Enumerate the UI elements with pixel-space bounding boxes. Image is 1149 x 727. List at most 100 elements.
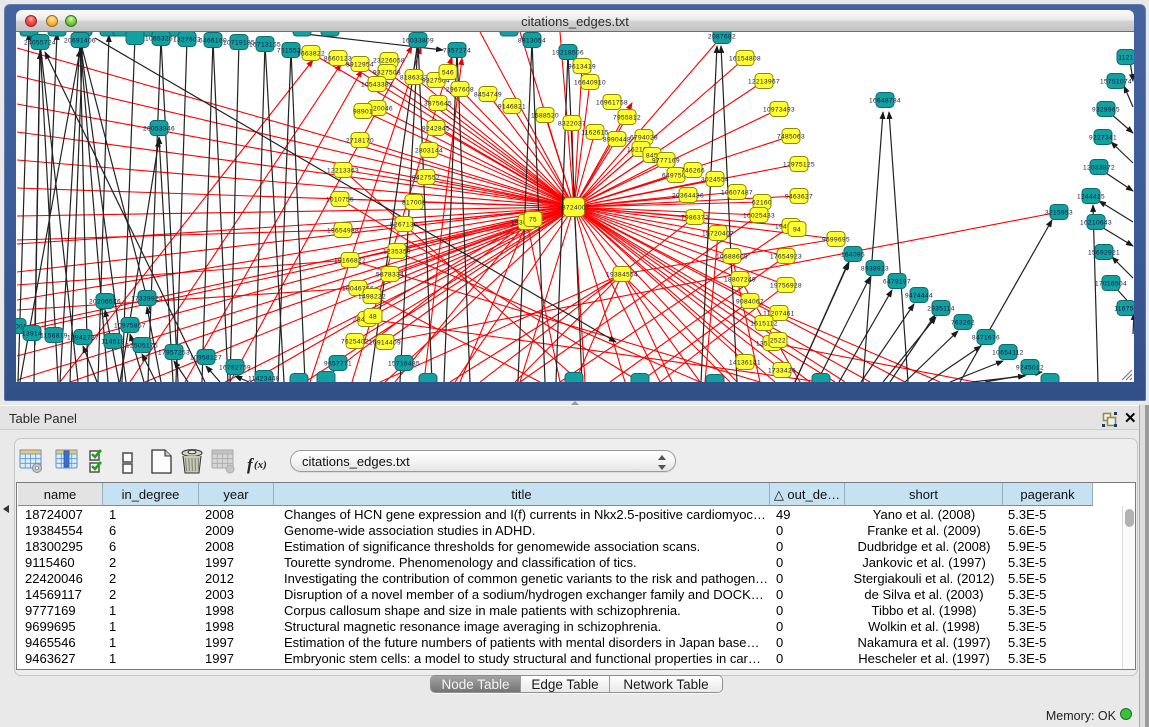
svg-text:9329965: 9329965 xyxy=(1092,106,1120,113)
svg-text:2087682: 2087682 xyxy=(708,33,736,40)
svg-text:20206576: 20206576 xyxy=(89,298,121,305)
svg-text:19654988: 19654988 xyxy=(327,227,359,234)
svg-text:10025433: 10025433 xyxy=(743,212,775,219)
svg-text:12213967: 12213967 xyxy=(748,78,780,85)
svg-text:15716485: 15716485 xyxy=(388,360,420,367)
svg-text:8813054: 8813054 xyxy=(518,37,546,44)
svg-text:16914409: 16914409 xyxy=(369,339,401,346)
svg-text:16154808: 16154808 xyxy=(729,55,761,62)
svg-text:7663822: 7663822 xyxy=(297,50,325,57)
svg-text:1588520: 1588520 xyxy=(531,112,559,119)
svg-text:17957253: 17957253 xyxy=(158,349,190,356)
svg-text:164095: 164095 xyxy=(841,251,865,258)
svg-text:9242845: 9242845 xyxy=(422,125,450,132)
svg-text:8990448: 8990448 xyxy=(603,136,631,143)
svg-text:23226058: 23226058 xyxy=(373,57,405,64)
svg-text:18807249: 18807249 xyxy=(724,276,756,283)
svg-text:6794028: 6794028 xyxy=(630,134,658,141)
svg-text:13914: 13914 xyxy=(22,330,42,337)
svg-text:8427552: 8427552 xyxy=(412,174,440,181)
svg-text:8912954: 8912954 xyxy=(346,61,374,68)
svg-text:98901: 98901 xyxy=(353,108,373,115)
svg-text:1498222: 1498222 xyxy=(358,293,386,300)
svg-text:94: 94 xyxy=(793,226,801,233)
svg-text:5878334: 5878334 xyxy=(376,271,404,278)
svg-text:14136141: 14136141 xyxy=(729,359,761,366)
svg-text:16210643: 16210643 xyxy=(1080,219,1112,226)
svg-text:8322037: 8322037 xyxy=(558,120,586,127)
svg-text:48: 48 xyxy=(369,313,377,320)
svg-text:1121: 1121 xyxy=(1118,54,1134,61)
svg-text:7357274: 7357274 xyxy=(443,47,471,54)
svg-text:(x): (x) xyxy=(254,459,267,471)
svg-text:3215953: 3215953 xyxy=(1045,209,1073,216)
svg-text:75: 75 xyxy=(529,216,537,223)
svg-text:546: 546 xyxy=(442,69,454,76)
svg-text:10958127: 10958127 xyxy=(190,354,222,361)
svg-text:2967608: 2967608 xyxy=(446,86,474,93)
svg-text:62160: 62160 xyxy=(752,199,772,206)
svg-text:18724007: 18724007 xyxy=(558,204,590,211)
svg-text:16648784: 16648784 xyxy=(869,97,901,104)
svg-text:1010755: 1010755 xyxy=(326,196,354,203)
svg-text:12213363: 12213363 xyxy=(327,167,359,174)
svg-text:12505175: 12505175 xyxy=(126,342,158,349)
svg-text:3024554: 3024554 xyxy=(701,176,729,183)
svg-text:24055724: 24055724 xyxy=(24,39,56,46)
svg-text:16961758: 16961758 xyxy=(596,99,628,106)
svg-text:20364436: 20364436 xyxy=(672,192,704,199)
svg-text:114519: 114519 xyxy=(101,338,125,345)
svg-text:6479197: 6479197 xyxy=(883,278,911,285)
svg-text:19756928: 19756928 xyxy=(770,282,802,289)
svg-text:9777169: 9777169 xyxy=(652,157,680,164)
svg-text:10688609: 10688609 xyxy=(716,253,748,260)
svg-text:763262: 763262 xyxy=(951,319,975,326)
svg-text:10973493: 10973493 xyxy=(763,106,795,113)
svg-text:10607487: 10607487 xyxy=(721,189,753,196)
svg-text:9245012: 9245012 xyxy=(1016,364,1044,371)
svg-text:1327602: 1327602 xyxy=(173,36,201,43)
svg-text:17339924: 17339924 xyxy=(131,295,163,302)
svg-text:16033809: 16033809 xyxy=(402,37,434,44)
svg-text:10975857: 10975857 xyxy=(114,322,146,329)
svg-text:746266: 746266 xyxy=(681,167,705,174)
svg-text:9699695: 9699695 xyxy=(822,236,850,243)
svg-text:17654923: 17654923 xyxy=(770,253,802,260)
svg-text:7986372: 7986372 xyxy=(681,214,709,221)
svg-text:9657771: 9657771 xyxy=(324,360,352,367)
svg-text:19218506: 19218506 xyxy=(552,49,584,56)
svg-text:20691406: 20691406 xyxy=(64,37,96,44)
svg-text:19384554: 19384554 xyxy=(606,271,638,278)
svg-text:9463627: 9463627 xyxy=(785,193,813,200)
svg-text:2522: 2522 xyxy=(770,337,786,344)
svg-text:8454749: 8454749 xyxy=(474,91,502,98)
svg-text:9613419: 9613419 xyxy=(568,63,596,70)
svg-text:8471676: 8471676 xyxy=(972,334,1000,341)
svg-text:2718170: 2718170 xyxy=(346,137,374,144)
svg-text:8267130: 8267130 xyxy=(390,221,418,228)
svg-text:1162615: 1162615 xyxy=(581,129,609,136)
svg-text:817006: 817006 xyxy=(402,199,426,206)
svg-text:9474444: 9474444 xyxy=(905,292,933,299)
svg-text:8938923: 8938923 xyxy=(861,265,889,272)
svg-text:17016504: 17016504 xyxy=(1095,280,1127,287)
svg-text:1733426: 1733426 xyxy=(768,367,796,374)
svg-text:16640910: 16640910 xyxy=(574,79,606,86)
svg-text:26053346: 26053346 xyxy=(143,125,175,132)
svg-text:15720407: 15720407 xyxy=(702,230,734,237)
svg-text:2935114: 2935114 xyxy=(927,305,955,312)
svg-text:1615112: 1615112 xyxy=(750,320,778,327)
svg-text:15751074: 15751074 xyxy=(1100,78,1132,85)
svg-text:10654112: 10654112 xyxy=(992,349,1024,356)
svg-text:15692921: 15692921 xyxy=(1088,249,1120,256)
svg-text:3875645: 3875645 xyxy=(424,100,452,107)
svg-text:9227341: 9227341 xyxy=(1089,134,1117,141)
svg-text:19166822: 19166822 xyxy=(334,257,366,264)
svg-text:1235359: 1235359 xyxy=(383,248,411,255)
svg-text:12033872: 12033872 xyxy=(1083,164,1115,171)
svg-text:1244415: 1244415 xyxy=(1077,193,1105,200)
svg-text:16782759: 16782759 xyxy=(219,364,251,371)
svg-text:11423448: 11423448 xyxy=(248,375,280,382)
svg-text:9146821: 9146821 xyxy=(498,103,526,110)
svg-text:9327508: 9327508 xyxy=(373,69,401,76)
